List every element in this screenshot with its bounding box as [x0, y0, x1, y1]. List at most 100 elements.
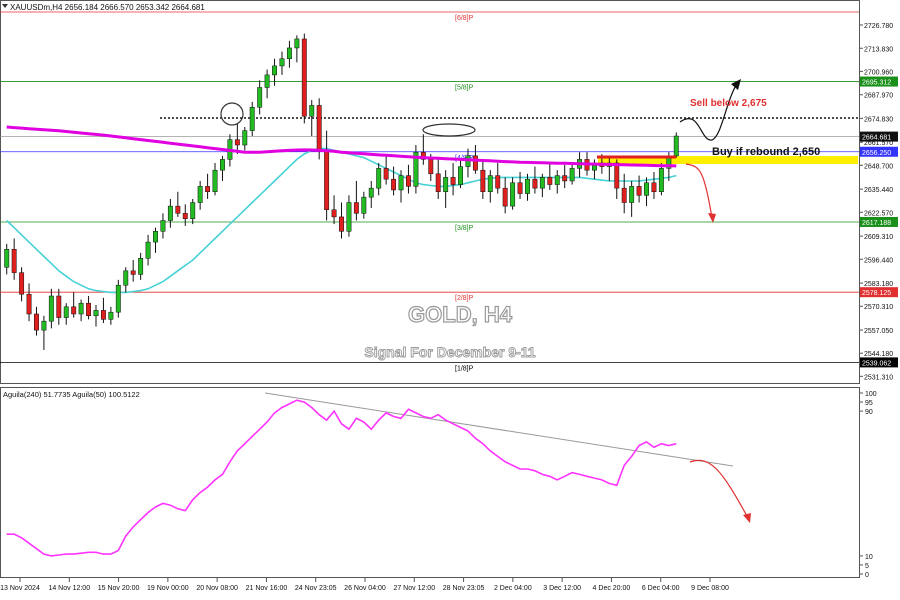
- level-label: [1/8]P: [455, 365, 474, 372]
- price-tick-label: 2648.700: [864, 163, 893, 170]
- candle-body: [644, 182, 649, 196]
- candle-body: [450, 177, 456, 185]
- ma-slow-line: [6, 125, 677, 168]
- trading-chart-window: GOLD, H4 Signal For December 9-11 [6/8]P…: [0, 0, 900, 600]
- oscillator-tick-label: 90: [865, 409, 873, 416]
- time-tick-label: 28 Nov 23:05: [443, 585, 485, 592]
- candle-body: [368, 187, 374, 198]
- candle-body: [525, 178, 530, 194]
- price-tick-label: 2687.970: [864, 93, 893, 100]
- candle-body: [160, 220, 166, 232]
- level-price-tag-text: 2539.062: [862, 360, 891, 367]
- candle-body: [495, 175, 501, 189]
- candle-body: [205, 186, 211, 192]
- candle-body: [279, 58, 285, 67]
- time-tick-label: 27 Nov 12:00: [393, 585, 435, 592]
- chart-canvas[interactable]: GOLD, H4 Signal For December 9-11 [6/8]P…: [0, 0, 900, 600]
- candle-body: [4, 249, 10, 268]
- oscillator-arrow-head-icon: [743, 513, 751, 523]
- level-label: [6/8]P: [455, 15, 474, 22]
- candle-body: [100, 310, 106, 320]
- time-tick-label: 6 Dec 04:00: [642, 585, 680, 592]
- time-tick-label: 15 Nov 20:00: [98, 585, 140, 592]
- candle-body: [26, 293, 32, 315]
- level-price-tag-text: 2578.125: [862, 290, 891, 297]
- time-tick-label: 24 Nov 23:05: [295, 585, 337, 592]
- window-title: XAUUSDm,H4 2656.184 2666.570 2653.342 26…: [10, 3, 205, 12]
- price-tick-label: 2661.570: [864, 140, 893, 147]
- price-tick-label: 2570.310: [864, 304, 893, 311]
- candle-body: [286, 47, 292, 59]
- symbol-dropdown-icon[interactable]: [2, 4, 8, 8]
- candle-body: [532, 178, 538, 189]
- candle-body: [614, 162, 620, 189]
- candle-body: [242, 130, 248, 146]
- price-tick-label: 2713.830: [864, 46, 893, 53]
- candle-body: [93, 310, 99, 317]
- candle-body: [86, 302, 92, 317]
- price-tick-label: 2609.310: [864, 234, 893, 241]
- candle-body: [435, 173, 441, 192]
- candle-body: [376, 168, 382, 189]
- candle-body: [153, 231, 158, 243]
- signal-watermark: Signal For December 9-11: [364, 344, 535, 360]
- bullish-arrow-head-icon: [731, 79, 741, 90]
- oscillator-frame: [0, 387, 860, 578]
- candle-body: [56, 295, 62, 318]
- level-price-tag-text: 2617.188: [862, 220, 891, 227]
- candle-body: [539, 177, 545, 189]
- time-tick-label: 26 Nov 04:00: [344, 585, 386, 592]
- candle-body: [272, 65, 277, 76]
- candle-body: [167, 205, 173, 221]
- candle-body: [331, 209, 337, 218]
- sell-annotation: Sell below 2,675: [690, 98, 767, 109]
- candle-body: [234, 139, 240, 146]
- candle-body: [108, 311, 114, 320]
- price-tick-label: 2674.830: [864, 116, 893, 123]
- candle-body: [480, 169, 486, 192]
- candle-body: [458, 166, 463, 185]
- price-tick-label: 2596.440: [864, 257, 893, 264]
- price-tick-label: 2583.180: [864, 281, 893, 288]
- candle-body: [324, 150, 330, 210]
- price-tick-label: 2622.570: [864, 210, 893, 217]
- candle-body: [569, 168, 575, 182]
- time-tick-label: 20 Nov 08:00: [196, 585, 238, 592]
- oscillator-axis: 100 95 90 10 5 0: [859, 391, 877, 579]
- candle-body: [346, 202, 352, 232]
- candle-body: [502, 187, 508, 207]
- top-highlight-circle: [220, 102, 244, 126]
- candle-body: [391, 178, 397, 191]
- candle-body: [673, 135, 679, 157]
- time-tick-label: 2 Dec 04:00: [494, 585, 532, 592]
- time-tick-label: 4 Dec 20:00: [593, 585, 631, 592]
- symbol-watermark: GOLD, H4: [408, 302, 513, 327]
- candle-body: [48, 295, 54, 322]
- candle-body: [264, 74, 270, 88]
- candle-body: [123, 270, 129, 286]
- bullish-projection-arrow: [679, 81, 739, 141]
- candle-body: [316, 105, 322, 151]
- candle-body: [190, 202, 196, 219]
- time-tick-label: 19 Nov 00:00: [147, 585, 189, 592]
- candle-body: [428, 159, 434, 175]
- oscillator-tick-label: 100: [865, 391, 877, 398]
- candle-body: [138, 258, 144, 275]
- candle-body: [212, 169, 218, 192]
- candle-body: [41, 320, 47, 331]
- level-label: [2/8]P: [455, 295, 474, 302]
- time-tick-label: 3 Dec 12:00: [543, 585, 581, 592]
- candle-body: [19, 272, 25, 295]
- candle-body: [651, 182, 657, 192]
- candle-body: [115, 284, 121, 313]
- level-label: [3/8]P: [455, 225, 474, 232]
- candle-body: [547, 177, 553, 185]
- oscillator-tick-label: 0: [865, 572, 869, 579]
- oscillator-tick-label: 95: [865, 400, 873, 407]
- oscillator-label: Aguila(240) 51.7735 Aguila(50) 100.5122: [3, 390, 140, 399]
- candle-body: [361, 196, 367, 214]
- candle-body: [71, 306, 77, 315]
- candle-body: [63, 306, 69, 318]
- candle-body: [472, 155, 478, 171]
- candle-body: [517, 182, 523, 194]
